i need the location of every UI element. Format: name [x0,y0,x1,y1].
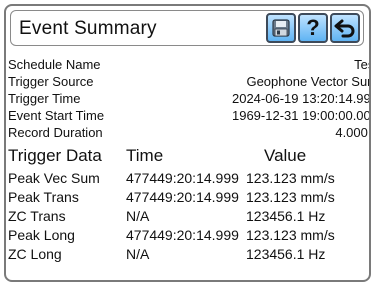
event-info-list: Schedule Name Test Trigger Source Geopho… [8,56,371,141]
info-label: Event Start Time [8,108,105,123]
info-label: Trigger Source [8,74,94,89]
info-row-schedule-name: Schedule Name Test [8,56,369,73]
trigger-name: Peak Long [8,227,75,243]
trigger-value: 123456.1 Hz [246,246,326,262]
trigger-value: 123456.1 Hz [246,208,326,224]
trigger-table-header: Trigger Data Time Value [8,146,368,168]
save-button[interactable] [266,13,296,43]
trigger-time: N/A [126,208,150,224]
info-row-event-start-time: Event Start Time 1969-12-31 19:00:00.000 [8,107,371,124]
help-icon: ? [306,15,320,40]
info-value: Geophone Vector Sum [246,74,371,89]
table-row: ZC Long N/A 123456.1 Hz [8,245,368,264]
trigger-time: 477449:20:14.999 [126,227,239,243]
table-row: Peak Trans 477449:20:14.999 123.123 mm/s [8,188,368,207]
info-row-trigger-source: Trigger Source Geophone Vector Sum [8,73,371,90]
trigger-name: Peak Trans [8,189,79,205]
trigger-time: N/A [126,246,150,262]
info-label: Record Duration [8,125,103,140]
info-label: Schedule Name [8,57,101,72]
info-label: Trigger Time [8,91,81,106]
trigger-value: 123.123 mm/s [246,227,335,243]
info-value: 4.000 s [335,125,369,140]
back-arrow-icon [334,18,356,38]
help-button[interactable]: ? [298,13,328,43]
table-row: Peak Long 477449:20:14.999 123.123 mm/s [8,226,368,245]
back-button[interactable] [330,13,360,43]
info-row-record-duration: Record Duration 4.000 s [8,124,369,141]
info-value: Test [354,57,369,72]
column-header-time: Time [126,146,164,165]
info-value: 1969-12-31 19:00:00.000 [231,108,371,123]
trigger-value: 123.123 mm/s [246,170,335,186]
info-row-trigger-time: Trigger Time 2024-06-19 13:20:14.999 [8,90,371,107]
info-value: 2024-06-19 13:20:14.999 [231,91,371,106]
table-row: Peak Vec Sum 477449:20:14.999 123.123 mm… [8,169,368,188]
table-row: ZC Trans N/A 123456.1 Hz [8,207,368,226]
trigger-name: Peak Vec Sum [8,170,100,186]
title-bar: Event Summary ? [10,10,364,46]
trigger-value: 123.123 mm/s [246,189,335,205]
trigger-name: ZC Long [8,246,62,262]
event-summary-window: Event Summary ? Schedule Name Te Trigger… [4,4,371,282]
trigger-name: ZC Trans [8,208,66,224]
trigger-table: Peak Vec Sum 477449:20:14.999 123.123 mm… [8,169,368,264]
page-title: Event Summary [19,18,157,39]
column-header-trigger-data: Trigger Data [8,146,102,165]
trigger-time: 477449:20:14.999 [126,189,239,205]
save-disk-icon [271,18,291,38]
column-header-value: Value [264,146,307,165]
trigger-time: 477449:20:14.999 [126,170,239,186]
